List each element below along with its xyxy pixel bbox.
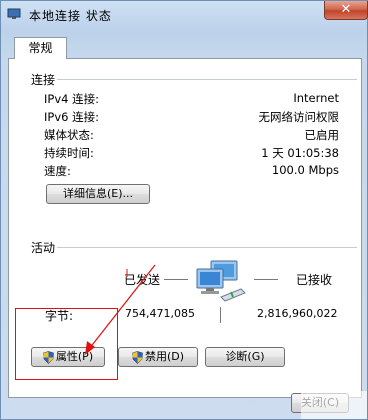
activity-heading: 活动 bbox=[31, 241, 56, 255]
network-icon bbox=[7, 8, 21, 19]
connection-heading: 连接 bbox=[31, 73, 56, 87]
bytes-received-value: 2,816,960,022 bbox=[257, 307, 338, 320]
speed-label: 速度: bbox=[44, 164, 71, 178]
ipv6-label: IPv6 连接: bbox=[44, 110, 99, 124]
activity-divider bbox=[57, 247, 357, 248]
media-state-label: 媒体状态: bbox=[44, 128, 94, 142]
details-button[interactable]: 详细信息(E)... bbox=[46, 184, 150, 204]
media-state-value: 已启用 bbox=[304, 128, 340, 142]
tab-general[interactable]: 常规 bbox=[14, 37, 67, 59]
received-dash bbox=[254, 279, 278, 280]
ipv4-label: IPv4 连接: bbox=[44, 92, 99, 106]
network-activity-icon bbox=[196, 260, 246, 302]
duration-label: 持续时间: bbox=[44, 146, 94, 160]
status-window: 本地连接 状态 ✕ 常规 连接 IPv4 连接: Internet IPv6 连… bbox=[0, 0, 368, 420]
window-title: 本地连接 状态 bbox=[29, 9, 112, 23]
speed-value: 100.0 Mbps bbox=[271, 163, 339, 177]
annotation-arrow bbox=[85, 264, 156, 355]
window-close-button[interactable]: ✕ bbox=[324, 1, 368, 20]
diagnose-button[interactable]: 诊断(G) bbox=[205, 347, 285, 367]
received-label: 已接收 bbox=[296, 273, 333, 287]
connection-divider bbox=[57, 79, 357, 80]
ipv4-value: Internet bbox=[293, 91, 339, 105]
ipv6-value: 无网络访问权限 bbox=[258, 110, 340, 124]
watermark-overlay bbox=[301, 391, 367, 419]
duration-value: 1 天 01:05:38 bbox=[261, 146, 339, 160]
activity-connector bbox=[220, 307, 221, 323]
